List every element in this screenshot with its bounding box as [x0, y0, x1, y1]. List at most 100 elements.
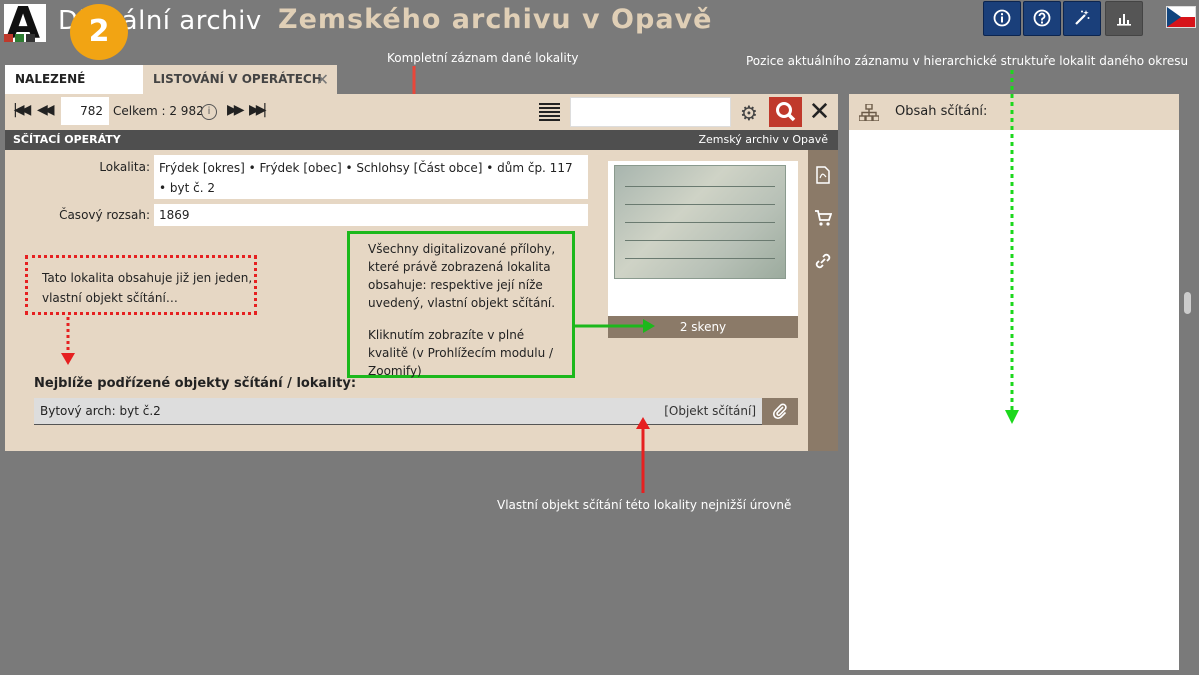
tree-row-type: [Dům]: [1127, 554, 1165, 568]
tree-row-type: [Dům]: [1127, 170, 1165, 184]
tree-row-name: čp. 120: [931, 490, 976, 504]
czech-flag-icon[interactable]: [1166, 6, 1196, 28]
logo-square-red: [4, 34, 13, 42]
close-tab-icon[interactable]: ✕: [316, 65, 329, 94]
magic-wand-button[interactable]: [1063, 1, 1101, 36]
locality-value: Frýdek [okres] • Frýdek [obec] • Schlohs…: [154, 155, 588, 199]
annotation-red-arrow-up: [636, 417, 650, 493]
expand-plus-icon[interactable]: +: [904, 167, 926, 189]
tree-row-name: čp. 118: [931, 426, 976, 440]
locality-label: Lokalita:: [99, 160, 150, 174]
tab-found-records[interactable]: NALEZENÉ ZÁZNAMY: [5, 65, 149, 115]
tree-row[interactable]: + čp. 123 [Dům]: [849, 578, 1179, 610]
annotation-single-object: Tato lokalita obsahuje již jen jeden, vl…: [25, 255, 257, 315]
expand-plus-icon[interactable]: +: [904, 455, 926, 477]
tree-row-type: [Dům]: [1127, 490, 1165, 504]
tab-browse-operats[interactable]: LISTOVÁNÍ V OPERÁTECH ✕: [143, 65, 337, 94]
annotation-green-dotted-arrow: [1005, 70, 1019, 424]
tree-row-selected[interactable]: č. 2 [Byt]: [915, 386, 1175, 418]
subordinate-object-type: [Objekt sčítání]: [664, 404, 756, 418]
help-button[interactable]: [1023, 1, 1061, 36]
expand-plus-icon[interactable]: +: [904, 583, 926, 605]
tree-row-type: [Dům]: [1127, 234, 1165, 248]
expand-plus-icon[interactable]: +: [904, 519, 926, 541]
help-icon: [1033, 9, 1051, 27]
tree-row-type: [Dům]: [1127, 522, 1165, 536]
tree-row-type: [Byt]: [1135, 362, 1165, 376]
tree-row-type: [Dům]: [1127, 458, 1165, 472]
search-icon: [776, 102, 796, 122]
step-badge: 2: [70, 4, 128, 60]
record-toolbar: |◀◀ ◀◀ 782 Celkem : 2 982 i ▶▶ ▶▶| ⚙ ✕: [5, 94, 838, 130]
annotation-red-arrow-down: [61, 317, 75, 365]
time-range-label: Časový rozsah:: [59, 208, 150, 222]
pdf-icon[interactable]: [815, 166, 831, 184]
total-info-icon[interactable]: i: [201, 104, 217, 120]
expand-plus-icon[interactable]: +: [904, 615, 926, 637]
clear-search-button[interactable]: ✕: [803, 97, 836, 127]
search-button[interactable]: [769, 97, 802, 127]
tree-row-type: [Dům]: [1127, 426, 1165, 440]
subordinate-object-row[interactable]: Bytový arch: byt č.2 [Objekt sčítání]: [34, 398, 762, 425]
tree-row-name: čp. 113: [931, 202, 976, 216]
annotation-green-text-2: Kliknutím zobrazíte v plné kvalitě (v Pr…: [368, 328, 554, 378]
tree-row[interactable]: + čp. 120 [Dům]: [849, 482, 1179, 514]
tree-row[interactable]: + čp. 121 [Dům]: [849, 514, 1179, 546]
expand-plus-icon[interactable]: +: [904, 135, 926, 157]
tree-row-type: [Dům]: [1127, 586, 1165, 600]
cart-icon[interactable]: [814, 209, 832, 227]
tree-row[interactable]: + čp. 122 [Dům]: [849, 546, 1179, 578]
expand-plus-icon[interactable]: +: [904, 551, 926, 573]
logo-square-green: [15, 34, 24, 42]
subordinate-object-name: Bytový arch: byt č.2: [40, 404, 161, 418]
info-button[interactable]: [983, 1, 1021, 36]
tree-row-type: [Dům]: [1127, 330, 1165, 344]
chart-icon: [1117, 14, 1131, 26]
record-actions-sidebar: [808, 150, 838, 451]
expand-plus-icon[interactable]: +: [904, 295, 926, 317]
tree-row[interactable]: + čp. 119 [Dům]: [849, 450, 1179, 482]
paperclip-icon: [772, 403, 787, 420]
record-number-input[interactable]: 782: [61, 97, 109, 125]
tree-row[interactable]: + čp. 124 [Dům]: [849, 610, 1179, 642]
tree-row-type: [Dům]: [1127, 266, 1165, 280]
prev-record-icon[interactable]: ◀◀: [37, 102, 54, 118]
list-view-icon[interactable]: [539, 103, 560, 121]
annotation-green-arrow-right: [575, 319, 655, 333]
section-header: SČÍTACÍ OPERÁTY Zemský archiv v Opavě: [5, 130, 838, 150]
expand-plus-icon[interactable]: +: [904, 199, 926, 221]
last-record-icon[interactable]: ▶▶|: [249, 102, 267, 118]
annotation-green-text-1: Všechny digitalizované přílohy, které pr…: [368, 242, 556, 310]
expand-plus-icon[interactable]: +: [904, 327, 926, 349]
settings-gear-icon[interactable]: ⚙: [740, 101, 758, 125]
tree-row-name: čp. 111: [931, 138, 976, 152]
link-icon[interactable]: [814, 252, 832, 270]
tree-row-type: [Dům]: [1127, 298, 1165, 312]
tree-row-name: č. 2: [947, 394, 969, 408]
site-title-institution: Zemského archivu v Opavě: [278, 4, 713, 35]
info-icon: [993, 9, 1011, 27]
section-title: SČÍTACÍ OPERÁTY: [13, 133, 121, 146]
annotation-complete-record: Kompletní záznam dané lokality: [387, 51, 579, 65]
section-source: Zemský archiv v Opavě: [698, 133, 828, 146]
expand-plus-icon[interactable]: +: [904, 231, 926, 253]
tree-row-name: čp. 123: [931, 586, 976, 600]
tree-row-name: čp. 119: [931, 458, 976, 472]
next-record-icon[interactable]: ▶▶: [227, 102, 244, 118]
expand-plus-icon[interactable]: +: [904, 263, 926, 285]
tree-scrollbar[interactable]: [1184, 292, 1191, 314]
logo-square-black: [26, 34, 35, 42]
archive-logo[interactable]: A: [4, 0, 46, 49]
expand-plus-icon[interactable]: +: [904, 423, 926, 445]
statistics-button[interactable]: [1105, 1, 1143, 36]
tree-row-name: čp. 124: [931, 618, 976, 632]
leaf-dash-icon: [927, 369, 935, 371]
tab-browse-label: LISTOVÁNÍ V OPERÁTECH: [153, 72, 322, 86]
attachment-button[interactable]: [762, 398, 798, 425]
tree-row-type: [Dům]: [1127, 618, 1165, 632]
scan-thumbnail-image[interactable]: [614, 165, 786, 279]
first-record-icon[interactable]: |◀◀: [13, 102, 31, 118]
search-input[interactable]: [570, 97, 731, 127]
expand-plus-icon[interactable]: +: [904, 487, 926, 509]
subordinate-objects-heading: Nejblíže podřízené objekty sčítání / lok…: [34, 376, 357, 391]
